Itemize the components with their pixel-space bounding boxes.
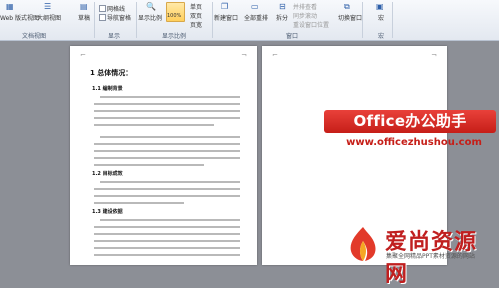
office-assistant-badge: Office办公助手 bbox=[324, 110, 496, 133]
text-line bbox=[94, 233, 240, 235]
outline-icon[interactable]: ☰ bbox=[44, 3, 51, 11]
text-line bbox=[94, 195, 240, 197]
web-layout-button[interactable]: Web 版式视图 bbox=[0, 13, 39, 22]
crop-mark: ⌐ bbox=[80, 51, 86, 59]
gridlines-checkbox[interactable] bbox=[99, 5, 106, 12]
text-line bbox=[94, 164, 204, 166]
ribbon-divider bbox=[362, 2, 363, 38]
text-line bbox=[94, 202, 184, 204]
text-line bbox=[94, 143, 240, 145]
text-line bbox=[94, 226, 240, 228]
text-line bbox=[94, 240, 240, 242]
ribbon: ▦ Web 版式视图 ☰ 大纲视图 ▤ 草稿 文档视图 网格线 导航窗格 显示 … bbox=[0, 0, 499, 41]
reset-position-button[interactable]: 重设窗口位置 bbox=[293, 20, 329, 29]
switch-windows-button[interactable]: 切换窗口 bbox=[338, 13, 362, 22]
section-title: 1.2 目标成效 bbox=[92, 171, 123, 177]
arrange-all-button[interactable]: 全部重排 bbox=[244, 13, 268, 22]
macro-button[interactable]: 宏 bbox=[378, 13, 384, 22]
new-window-button[interactable]: 新建窗口 bbox=[214, 13, 238, 22]
ribbon-divider bbox=[392, 2, 393, 38]
text-line bbox=[94, 150, 240, 152]
ribbon-divider bbox=[212, 2, 213, 38]
group-label-zoom: 显示比例 bbox=[162, 33, 187, 40]
brand-logo-icon bbox=[350, 227, 376, 261]
arrange-all-icon[interactable]: ▭ bbox=[251, 3, 259, 11]
group-label-macros: 宏 bbox=[378, 33, 385, 40]
split-button[interactable]: 拆分 bbox=[276, 13, 288, 22]
text-line bbox=[94, 247, 240, 249]
text-line bbox=[100, 136, 240, 138]
sync-scroll-button[interactable]: 同步滚动 bbox=[293, 11, 317, 20]
split-icon[interactable]: ⊟ bbox=[279, 3, 286, 11]
brand-subtitle: 集聚全网精品PPT素材资源的网站 bbox=[386, 253, 475, 260]
zoom-button[interactable]: 显示比例 bbox=[138, 13, 162, 22]
text-line bbox=[94, 157, 240, 159]
section-title: 1.3 建设依据 bbox=[92, 209, 123, 215]
macro-icon[interactable]: ▣ bbox=[376, 3, 384, 11]
text-line bbox=[94, 117, 240, 119]
nav-pane-label: 导航窗格 bbox=[107, 15, 132, 22]
group-label-views: 文档视图 bbox=[22, 33, 47, 40]
document-page-1[interactable]: ⌐ ¬ 1 总体情况： 1.1 编制背景 1.2 目标成效 1.3 建设依据 bbox=[70, 46, 257, 265]
nav-pane-checkbox[interactable] bbox=[99, 14, 106, 21]
switch-windows-icon[interactable]: ⧉ bbox=[344, 3, 350, 11]
text-line bbox=[100, 181, 240, 183]
ribbon-divider bbox=[136, 2, 137, 38]
text-line bbox=[94, 103, 240, 105]
doc-heading: 1 总体情况： bbox=[90, 69, 133, 77]
one-page-button[interactable]: 单页 bbox=[190, 2, 202, 11]
gridlines-label: 网格线 bbox=[107, 6, 126, 13]
new-window-icon[interactable]: ❐ bbox=[221, 3, 228, 11]
text-line bbox=[100, 219, 240, 221]
group-label-window: 窗口 bbox=[286, 33, 299, 40]
page-width-button[interactable]: 页宽 bbox=[190, 20, 202, 29]
group-label-show: 显示 bbox=[108, 33, 121, 40]
text-line bbox=[94, 110, 240, 112]
web-layout-icon[interactable]: ▦ bbox=[6, 3, 14, 11]
crop-mark: ¬ bbox=[241, 51, 247, 59]
watermark-url: www.officezhushou.com bbox=[346, 137, 482, 148]
zoom-100-button[interactable]: 100% bbox=[166, 2, 185, 22]
draft-button[interactable]: 草稿 bbox=[78, 13, 90, 22]
section-title: 1.1 编制背景 bbox=[92, 86, 123, 92]
text-line bbox=[100, 96, 240, 98]
text-line bbox=[94, 188, 240, 190]
outline-button[interactable]: 大纲视图 bbox=[37, 13, 61, 22]
zoom-icon[interactable]: 🔍 bbox=[146, 3, 156, 11]
draft-icon[interactable]: ▤ bbox=[80, 3, 88, 11]
zoom-100-label: 100% bbox=[167, 13, 182, 19]
crop-mark: ¬ bbox=[431, 51, 437, 59]
side-by-side-button[interactable]: 并排查看 bbox=[293, 2, 317, 11]
two-pages-button[interactable]: 双页 bbox=[190, 11, 202, 20]
text-line bbox=[94, 254, 240, 256]
ribbon-divider bbox=[94, 2, 95, 38]
crop-mark: ⌐ bbox=[272, 51, 278, 59]
text-line bbox=[94, 124, 214, 126]
